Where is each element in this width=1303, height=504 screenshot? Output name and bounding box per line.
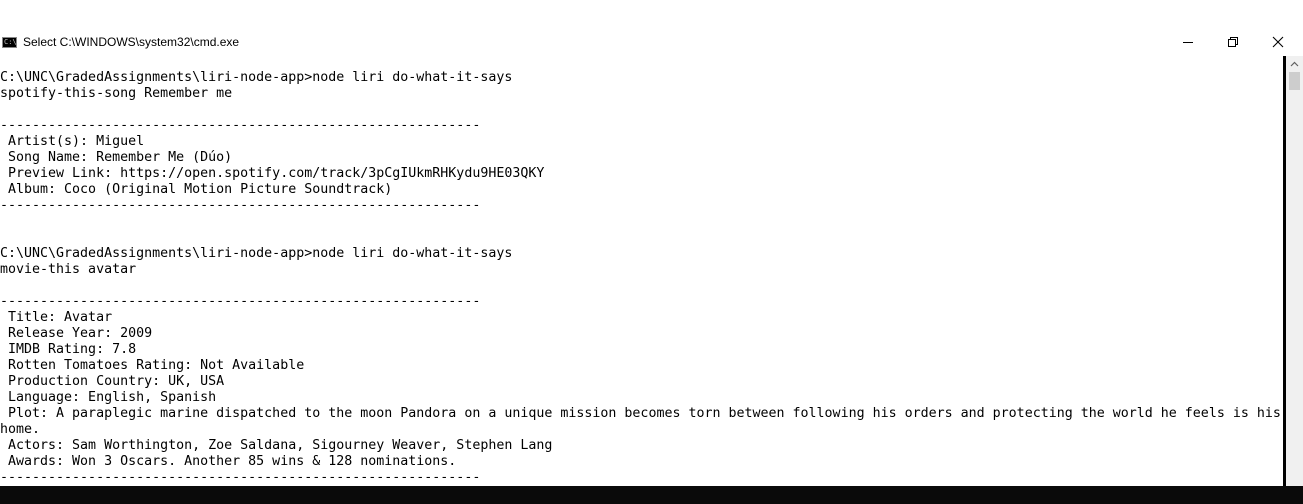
console-line: Release Year: 2009 [0,326,153,341]
cmd-window: C:\ Select C:\WINDOWS\system32\cmd.exe C… [0,0,1303,504]
console-line: Language: English, Spanish [0,390,217,405]
console-line: Rotten Tomatoes Rating: Not Available [0,358,305,373]
console-line: spotify-this-song Remember me [0,86,233,101]
close-button[interactable] [1255,28,1301,56]
restore-icon [1228,37,1238,47]
console-line: Plot: A paraplegic marine dispatched to … [0,406,1281,421]
console-line: movie-this avatar [0,262,137,277]
console-line: home. [0,422,41,437]
console-line: ----------------------------------------… [0,470,481,485]
scrollbar-thumb[interactable] [1289,72,1300,90]
console-line: Actors: Sam Worthington, Zoe Saldana, Si… [0,438,553,453]
cmd-icon-label: C:\ [4,38,17,46]
console-line: Preview Link: https://open.spotify.com/t… [0,166,545,181]
minimize-icon [1183,42,1193,43]
console-line: IMDB Rating: 7.8 [0,342,137,357]
console-line: ----------------------------------------… [0,198,481,213]
console-output[interactable]: C:\UNC\GradedAssignments\liri-node-app>n… [0,70,1283,486]
scrollbar-edge [1283,56,1286,486]
chevron-up-icon [1290,61,1299,67]
console-line: Production Country: UK, USA [0,374,225,389]
console-line: Album: Coco (Original Motion Picture Sou… [0,182,393,197]
vertical-scrollbar[interactable] [1283,56,1303,486]
console-line: Song Name: Remember Me (Dúo) [0,150,233,165]
console-line: C:\UNC\GradedAssignments\liri-node-app>n… [0,70,513,85]
console-line: C:\UNC\GradedAssignments\liri-node-app>n… [0,246,513,261]
cmd-icon[interactable]: C:\ [2,37,17,48]
minimize-button[interactable] [1165,28,1211,56]
scroll-up-button[interactable] [1286,56,1303,72]
console-line: ----------------------------------------… [0,294,481,309]
console-line: Awards: Won 3 Oscars. Another 85 wins & … [0,454,457,469]
console-line: Artist(s): Miguel [0,134,145,149]
console-line: Title: Avatar [0,310,113,325]
console-line: ----------------------------------------… [0,118,481,133]
close-icon [1272,36,1284,48]
restore-button[interactable] [1210,28,1256,56]
taskbar [0,486,1303,504]
window-title: Select C:\WINDOWS\system32\cmd.exe [23,35,240,49]
title-bar[interactable]: C:\ Select C:\WINDOWS\system32\cmd.exe [0,28,1303,56]
